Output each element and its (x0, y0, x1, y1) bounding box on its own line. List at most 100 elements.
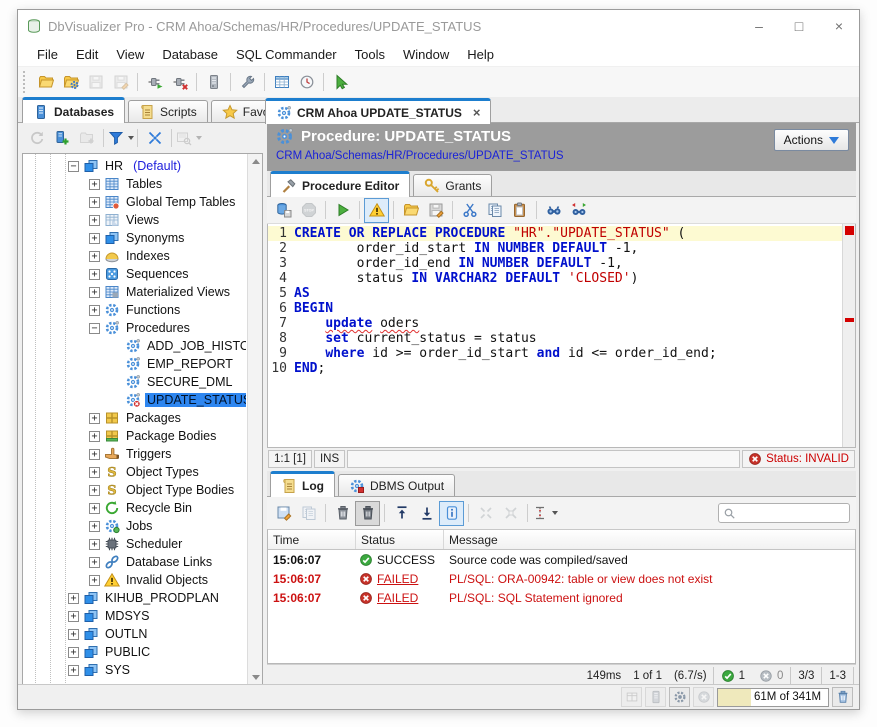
error-marker-icon[interactable] (845, 226, 854, 235)
code-line-7[interactable]: 7 update oders (268, 316, 842, 331)
copy-button[interactable] (482, 198, 507, 223)
tab-procedure-editor[interactable]: Procedure Editor (270, 171, 410, 197)
tree-item-hr[interactable]: −HR(Default) (24, 157, 246, 175)
scroll-up-icon[interactable] (248, 154, 263, 169)
memory-monitor[interactable]: 61M of 341M (717, 688, 829, 707)
expand-toggle-icon[interactable]: + (89, 467, 100, 478)
code-line-5[interactable]: 5AS (268, 286, 842, 301)
stop-button[interactable]: STOP (296, 198, 321, 223)
expand-toggle-icon[interactable]: + (89, 215, 100, 226)
tree-item-update-status[interactable]: UPDATE_STATUS (24, 391, 246, 409)
tree-item-jobs[interactable]: +Jobs (24, 517, 246, 535)
column-header-time[interactable]: Time (268, 530, 356, 549)
tree-item-invalid-objects[interactable]: +Invalid Objects (24, 571, 246, 589)
expand-toggle-icon[interactable]: + (89, 431, 100, 442)
expand-toggle-icon[interactable]: + (89, 179, 100, 190)
add-folder-button[interactable] (74, 126, 99, 151)
log-search-box[interactable] (718, 503, 850, 523)
clear-all-log-button[interactable] (355, 501, 380, 526)
tree-scrollbar[interactable] (247, 154, 262, 685)
tree-item-functions[interactable]: +Functions (24, 301, 246, 319)
breadcrumb[interactable]: CRM Ahoa/Schemas/HR/Procedures/UPDATE_ST… (276, 150, 848, 162)
open-folder-settings-button[interactable] (58, 70, 83, 95)
tree-item-synonyms[interactable]: +Synonyms (24, 229, 246, 247)
copy-button[interactable] (296, 501, 321, 526)
tree-item-recycle-bin[interactable]: +Recycle Bin (24, 499, 246, 517)
tab-log[interactable]: Log (270, 471, 335, 497)
x-circle-gray-button[interactable] (693, 687, 714, 707)
refresh-button[interactable] (24, 126, 49, 151)
sql-editor[interactable]: 1CREATE OR REPLACE PROCEDURE "HR"."UPDAT… (267, 224, 856, 448)
clear-log-button[interactable] (330, 501, 355, 526)
actions-button[interactable]: Actions (774, 129, 849, 151)
expand-toggle-icon[interactable]: + (89, 557, 100, 568)
tree-item-public[interactable]: +PUBLIC (24, 643, 246, 661)
tab-crm-ahoa-update-status[interactable]: CRM Ahoa UPDATE_STATUS × (265, 98, 491, 124)
tree-item-views[interactable]: +Views (24, 211, 246, 229)
menu-edit[interactable]: Edit (67, 44, 107, 65)
log-row[interactable]: 15:06:07FAILEDPL/SQL: ORA-00942: table o… (268, 569, 855, 588)
save-as-button[interactable] (108, 70, 133, 95)
tree-item-packages[interactable]: +Packages (24, 409, 246, 427)
tree-item-add-job-history[interactable]: ADD_JOB_HISTORY (24, 337, 246, 355)
properties-button[interactable] (176, 126, 201, 151)
expand-toggle-icon[interactable]: + (89, 197, 100, 208)
connect-button[interactable] (142, 70, 167, 95)
maximize-button[interactable]: □ (779, 10, 819, 42)
tab-databases[interactable]: Databases (22, 97, 125, 123)
code-line-1[interactable]: 1CREATE OR REPLACE PROCEDURE "HR"."UPDAT… (268, 226, 842, 241)
tree-item-procedures[interactable]: −Procedures (24, 319, 246, 337)
find-button[interactable] (541, 198, 566, 223)
tab-grants[interactable]: Grants (413, 174, 492, 196)
warnings-button[interactable] (364, 198, 389, 223)
column-header-message[interactable]: Message (444, 530, 855, 549)
code-line-6[interactable]: 6BEGIN (268, 301, 842, 316)
server-small-button[interactable] (645, 687, 666, 707)
tree-item-indexes[interactable]: +Indexes (24, 247, 246, 265)
expand-toggle-icon[interactable]: + (89, 503, 100, 514)
toolbar-grip[interactable] (23, 71, 30, 93)
row-height-button[interactable] (532, 501, 557, 526)
paste-button[interactable] (507, 198, 532, 223)
collapse-toggle-icon[interactable]: − (68, 161, 79, 172)
tree-item-package-bodies[interactable]: +Package Bodies (24, 427, 246, 445)
tree-item-kihub-prodplan[interactable]: +KIHUB_PRODPLAN (24, 589, 246, 607)
menu-file[interactable]: File (28, 44, 67, 65)
expand-toggle-icon[interactable]: + (89, 485, 100, 496)
expand-toggle-icon[interactable]: + (89, 539, 100, 550)
menu-database[interactable]: Database (153, 44, 227, 65)
code-line-8[interactable]: 8 set current_status = status (268, 331, 842, 346)
tree-item-global-temp-tables[interactable]: +Global Temp Tables (24, 193, 246, 211)
tree-item-object-types[interactable]: +SObject Types (24, 463, 246, 481)
disconnect-button[interactable] (167, 70, 192, 95)
menu-window[interactable]: Window (394, 44, 458, 65)
expand-toggle-icon[interactable]: + (89, 305, 100, 316)
menu-help[interactable]: Help (458, 44, 503, 65)
save-as-button[interactable] (423, 198, 448, 223)
collapse-toggle-icon[interactable]: − (89, 323, 100, 334)
execute-button[interactable] (330, 198, 355, 223)
save-button[interactable] (83, 70, 108, 95)
open-folder-button[interactable] (398, 198, 423, 223)
error-marker-icon[interactable] (845, 318, 854, 322)
menu-view[interactable]: View (107, 44, 153, 65)
expand-toggle-icon[interactable]: + (68, 611, 79, 622)
collapse-all-button[interactable] (142, 126, 167, 151)
expand-toggle-icon[interactable]: + (68, 593, 79, 604)
tree-item-tables[interactable]: +Tables (24, 175, 246, 193)
tree-item-database-links[interactable]: +Database Links (24, 553, 246, 571)
open-folder-button[interactable] (33, 70, 58, 95)
tree-item-outln[interactable]: +OUTLN (24, 625, 246, 643)
expand-toggle-icon[interactable]: + (89, 413, 100, 424)
expand-toggle-icon[interactable]: + (89, 521, 100, 532)
menu-tools[interactable]: Tools (346, 44, 394, 65)
scroll-top-button[interactable] (389, 501, 414, 526)
tools-button[interactable] (235, 70, 260, 95)
server-button[interactable] (201, 70, 226, 95)
scroll-down-icon[interactable] (248, 670, 263, 685)
compile-save-button[interactable] (271, 198, 296, 223)
export-log-button[interactable] (271, 501, 296, 526)
code-line-4[interactable]: 4 status IN VARCHAR2 DEFAULT 'CLOSED') (268, 271, 842, 286)
log-row[interactable]: 15:06:07SUCCESSSource code was compiled/… (268, 550, 855, 569)
expand-toggle-icon[interactable]: + (68, 629, 79, 640)
